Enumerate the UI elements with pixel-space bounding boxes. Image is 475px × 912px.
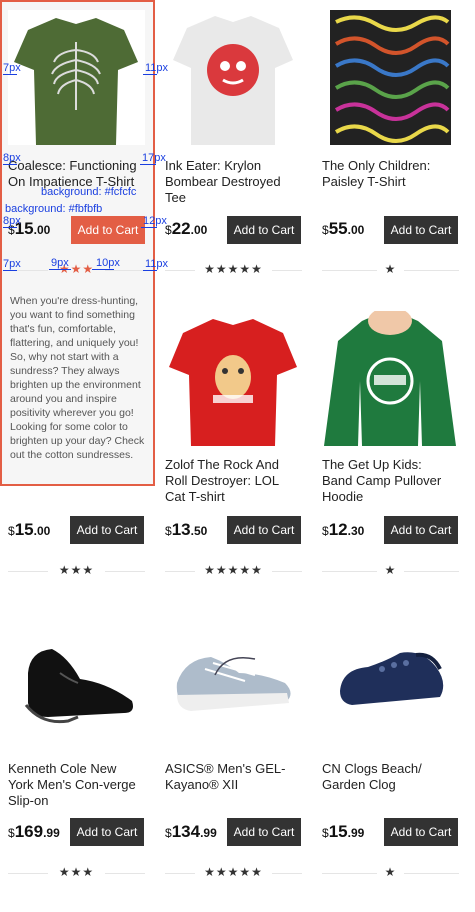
spacing-line — [92, 269, 114, 270]
spacing-line — [143, 74, 157, 75]
spacing-annotation: 11px — [145, 62, 169, 74]
spacing-annotation: 8px — [3, 152, 21, 164]
product-image-8[interactable] — [165, 613, 302, 748]
product-image-9[interactable] — [322, 613, 459, 748]
rating-6: ★ — [322, 563, 459, 578]
star-rating-7: ★★★ — [58, 865, 95, 879]
add-to-cart-button-4[interactable]: Add to Cart — [70, 516, 144, 544]
product-title-3[interactable]: The Only Children: Paisley T-Shirt — [322, 158, 452, 190]
spacing-annotation: 8px — [3, 215, 21, 227]
add-to-cart-button-2[interactable]: Add to Cart — [227, 216, 301, 244]
star-rating-3: ★ — [384, 262, 397, 276]
add-to-cart-button-6[interactable]: Add to Cart — [384, 516, 458, 544]
product-image-2[interactable] — [165, 10, 302, 145]
spacing-line — [141, 227, 157, 228]
product-grid: Coalesce: Functioning On Impatience T-Sh… — [0, 0, 475, 912]
product-title-9[interactable]: CN Clogs Beach/ Garden Clog — [322, 761, 452, 793]
product-price-6: $12.30 — [322, 520, 365, 539]
star-rating-1: ★★★ — [58, 262, 95, 276]
product-image-3[interactable] — [322, 10, 459, 145]
spacing-line — [3, 164, 17, 165]
product-image-7[interactable] — [8, 613, 145, 748]
product-price-7: $169.99 — [8, 822, 60, 841]
product-price-3: $55.00 — [322, 219, 365, 238]
product-title-8[interactable]: ASICS® Men's GEL-Kayano® XII — [165, 761, 295, 793]
spacing-annotation: 17px — [142, 152, 166, 164]
background-annotation: background: #fbfbfb — [5, 203, 103, 215]
star-rating-6: ★ — [384, 563, 397, 577]
star-rating-9: ★ — [384, 865, 397, 879]
product-image-1[interactable] — [8, 10, 145, 145]
rating-3: ★ — [322, 262, 459, 277]
spacing-annotation: 12px — [143, 215, 167, 227]
product-image-6[interactable] — [322, 311, 459, 446]
spacing-annotation: 11px — [145, 258, 169, 270]
star-rating-4: ★★★ — [58, 563, 95, 577]
spacing-line — [143, 270, 157, 271]
product-title-2[interactable]: Ink Eater: Krylon Bombear Destroyed Tee — [165, 158, 295, 206]
star-rating-8: ★★★★★ — [204, 865, 263, 879]
rating-8: ★★★★★ — [165, 865, 302, 880]
product-image-5[interactable] — [165, 311, 302, 446]
spacing-annotation: 7px — [3, 62, 21, 74]
add-to-cart-button-5[interactable]: Add to Cart — [227, 516, 301, 544]
spacing-annotation: 9px — [51, 257, 69, 269]
spacing-annotation: 7px — [3, 258, 21, 270]
spacing-line — [3, 227, 17, 228]
add-to-cart-button-1[interactable]: Add to Cart — [71, 216, 145, 244]
product-title-5[interactable]: Zolof The Rock And Roll Destroyer: LOL C… — [165, 457, 295, 505]
rating-7: ★★★ — [8, 865, 145, 880]
featured-description: When you're dress-hunting, you want to f… — [10, 295, 145, 461]
product-title-6[interactable]: The Get Up Kids: Band Camp Pullover Hood… — [322, 457, 452, 505]
add-to-cart-button-8[interactable]: Add to Cart — [227, 818, 301, 846]
rating-5: ★★★★★ — [165, 563, 302, 578]
product-price-8: $134.99 — [165, 822, 217, 841]
spacing-annotation: 10px — [96, 257, 120, 269]
product-price-4: $15.00 — [8, 520, 51, 539]
product-price-2: $22.00 — [165, 219, 208, 238]
add-to-cart-button-9[interactable]: Add to Cart — [384, 818, 458, 846]
spacing-line — [3, 74, 17, 75]
product-price-9: $15.99 — [322, 822, 365, 841]
product-title-7[interactable]: Kenneth Cole New York Men's Con-verge Sl… — [8, 761, 138, 809]
rating-9: ★ — [322, 865, 459, 880]
spacing-line — [140, 164, 156, 165]
spacing-line — [3, 270, 17, 271]
rating-1: ★★★ — [8, 262, 145, 277]
spacing-line — [49, 269, 71, 270]
background-annotation: background: #fcfcfc — [41, 186, 137, 198]
add-to-cart-button-3[interactable]: Add to Cart — [384, 216, 458, 244]
rating-4: ★★★ — [8, 563, 145, 578]
product-price-5: $13.50 — [165, 520, 208, 539]
star-rating-2: ★★★★★ — [204, 262, 263, 276]
star-rating-5: ★★★★★ — [204, 563, 263, 577]
rating-2: ★★★★★ — [165, 262, 302, 277]
add-to-cart-button-7[interactable]: Add to Cart — [70, 818, 144, 846]
